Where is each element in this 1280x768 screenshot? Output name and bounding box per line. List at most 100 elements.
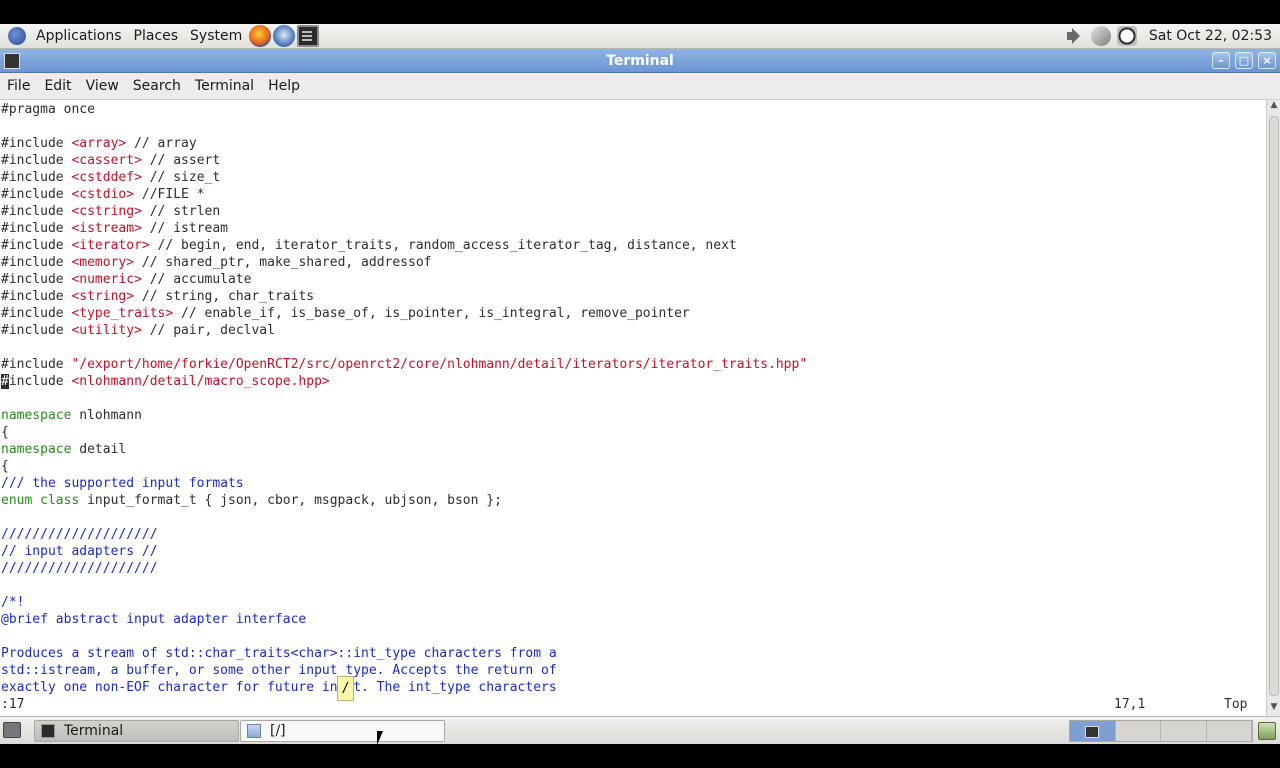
code-line: #include <array> // array — [1, 135, 197, 152]
workspace-2[interactable] — [1115, 721, 1161, 741]
taskbar-item-terminal[interactable]: Terminal — [34, 720, 239, 742]
code-token: //////////////////// — [1, 527, 158, 542]
code-token: #include — [1, 170, 72, 185]
code-line: #include <string> // string, char_traits — [1, 288, 314, 305]
network-icon[interactable] — [1090, 26, 1111, 46]
minimize-icon[interactable]: – — [1212, 52, 1230, 69]
terminal-scrollbar[interactable]: ▲ ▼ — [1266, 100, 1280, 716]
code-line: #include <cassert> // assert — [1, 152, 220, 169]
code-token: <numeric> — [71, 272, 142, 287]
close-icon[interactable]: × — [1258, 52, 1276, 69]
code-token: <istream> — [71, 221, 142, 236]
code-token: <cstring> — [71, 204, 142, 219]
code-token: # — [1, 374, 9, 389]
code-line: #include <iterator> // begin, end, itera… — [1, 237, 737, 254]
code-token: detail — [71, 442, 127, 457]
code-line: #include <nlohmann/detail/macro_scope.hp… — [1, 373, 330, 390]
menu-terminal[interactable]: Terminal — [188, 78, 261, 94]
window-menu-bar: File Edit View Search Terminal Help — [0, 73, 1280, 100]
system-menu[interactable]: System — [184, 24, 248, 49]
clock-text[interactable]: Sat Oct 22, 02:53 — [1149, 28, 1272, 44]
workspace-3[interactable] — [1161, 721, 1207, 741]
code-token: #include — [1, 289, 72, 304]
code-token: // begin, end, iterator_traits, random_a… — [149, 238, 737, 253]
workspace-switcher — [1069, 720, 1253, 742]
vim-cursor-position: 17,1 — [1114, 697, 1146, 712]
code-token: "/export/home/forkie/OpenRCT2/src/openrc… — [71, 357, 808, 372]
code-line: // input adapters // — [1, 543, 158, 560]
code-token: // input adapters // — [1, 544, 158, 559]
code-line: Produces a stream of std::char_traits<ch… — [1, 645, 557, 662]
volume-icon[interactable] — [1065, 26, 1085, 46]
code-line: @brief abstract input adapter interface — [1, 611, 306, 628]
code-line: std::istream, a buffer, or some other in… — [1, 662, 557, 679]
code-token: #pragma once — [1, 102, 95, 117]
code-token: <type_traits> — [71, 306, 174, 321]
code-token: // istream — [141, 221, 228, 236]
menu-edit[interactable]: Edit — [37, 78, 78, 94]
code-line: { — [1, 458, 9, 475]
code-token: <cstddef> — [71, 170, 142, 185]
code-token: { — [1, 459, 9, 474]
code-token: { — [1, 425, 9, 440]
code-token: #include — [1, 255, 72, 270]
terminal-launcher-icon[interactable] — [297, 25, 320, 47]
system-tray: Sat Oct 22, 02:53 — [1065, 26, 1280, 46]
scroll-up-icon[interactable]: ▲ — [1267, 100, 1280, 114]
scrollbar-thumb[interactable] — [1269, 116, 1279, 696]
code-token: /// the supported input formats — [1, 476, 244, 491]
code-token: // enable_if, is_base_of, is_pointer, is… — [173, 306, 690, 321]
window-menu-icon[interactable] — [4, 53, 20, 69]
code-token: //FILE * — [134, 187, 205, 202]
code-token: Produces a stream of std::char_traits<ch… — [1, 646, 557, 661]
code-token: // strlen — [141, 204, 221, 219]
thunderbird-icon[interactable] — [273, 25, 296, 47]
code-line: #include <cstdio> //FILE * — [1, 186, 205, 203]
mouse-pointer-icon — [377, 731, 389, 745]
code-line: /// the supported input formats — [1, 475, 244, 492]
code-token: /*! — [1, 595, 25, 610]
code-token: <memory> — [71, 255, 135, 270]
code-line: exactly one non-EOF character for future… — [1, 679, 557, 696]
taskbar-item-folder[interactable]: [/] — [240, 720, 445, 742]
code-line: { — [1, 424, 9, 441]
terminal-text-area[interactable]: #pragma once #include <array> // array #in… — [0, 100, 1266, 716]
code-token: #include — [1, 357, 72, 372]
code-token: <cassert> — [71, 153, 142, 168]
menu-search[interactable]: Search — [126, 78, 188, 94]
code-token: #include — [1, 187, 72, 202]
window-title-bar[interactable]: Terminal – □ × — [0, 49, 1280, 73]
places-menu[interactable]: Places — [128, 24, 185, 49]
code-token: std::istream, a buffer, or some other in… — [1, 663, 557, 678]
code-token: #include — [1, 204, 72, 219]
firefox-icon[interactable] — [249, 25, 272, 47]
code-token: include — [8, 374, 72, 389]
applications-menu[interactable]: Applications — [30, 24, 128, 49]
gnome-foot-icon[interactable] — [8, 27, 26, 45]
terminal-icon — [41, 724, 55, 738]
code-token: #include — [1, 272, 72, 287]
trash-icon[interactable] — [1258, 722, 1276, 740]
folder-icon — [247, 724, 261, 738]
code-token: // array — [126, 136, 197, 151]
code-token: nlohmann — [71, 408, 142, 423]
code-token: // accumulate — [141, 272, 252, 287]
show-desktop-icon[interactable] — [3, 722, 21, 738]
code-line: #include <memory> // shared_ptr, make_sh… — [1, 254, 432, 271]
maximize-icon[interactable]: □ — [1235, 52, 1253, 69]
code-token: #include — [1, 221, 72, 236]
taskbar-item-label: Terminal — [64, 723, 124, 739]
scroll-down-icon[interactable]: ▼ — [1267, 702, 1280, 716]
menu-help[interactable]: Help — [261, 78, 307, 94]
code-token: //////////////////// — [1, 561, 158, 576]
workspace-4[interactable] — [1206, 721, 1252, 741]
workspace-1[interactable] — [1070, 721, 1116, 741]
code-token: <string> — [71, 289, 135, 304]
menu-file[interactable]: File — [0, 78, 37, 94]
code-token: <utility> — [71, 323, 142, 338]
clock-icon[interactable] — [1116, 26, 1137, 46]
vim-command-line: :17 — [1, 697, 25, 712]
window-title: Terminal — [606, 53, 674, 69]
code-line: #include <type_traits> // enable_if, is_… — [1, 305, 690, 322]
menu-view[interactable]: View — [79, 78, 126, 94]
